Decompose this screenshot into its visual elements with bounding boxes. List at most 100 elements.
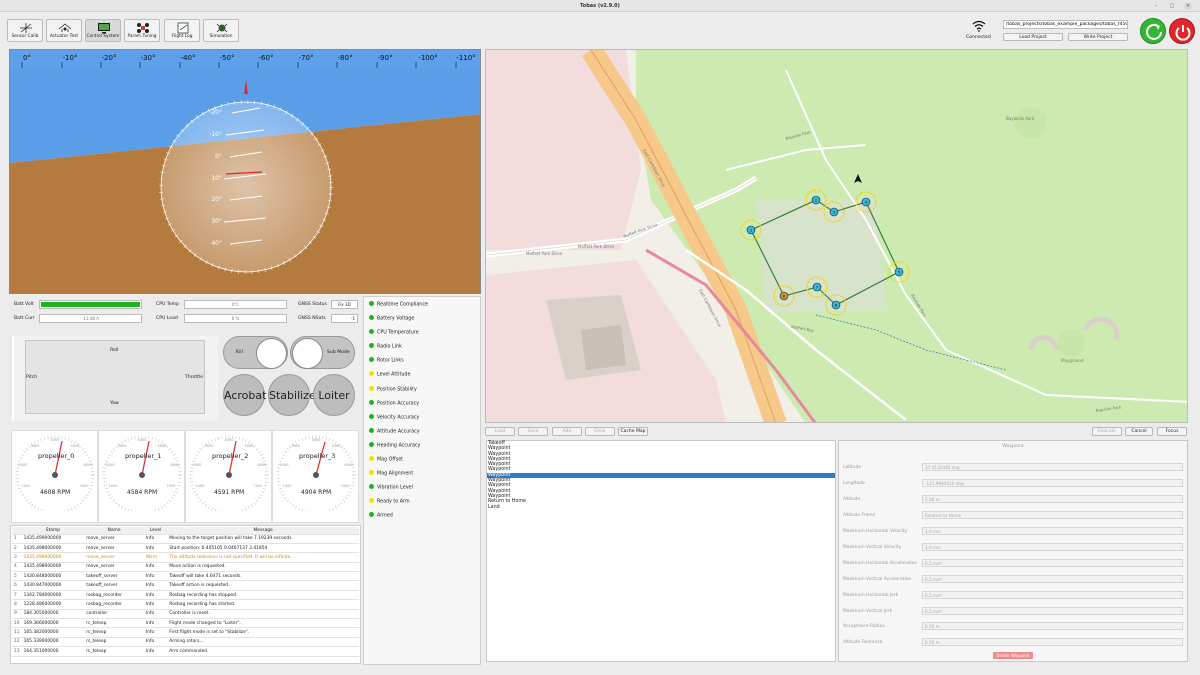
check-label: Ready to Arm	[377, 499, 410, 505]
cpu-load-label: CPU Load	[156, 316, 178, 321]
latitude-field[interactable]: 37.4132440 deg	[922, 463, 1183, 471]
waypoint-list[interactable]: Takeoff Waypoint Waypoint Waypoint Waypo…	[486, 440, 836, 662]
waypoint-list-item[interactable]: Land	[487, 505, 835, 510]
max-h-jerk-field[interactable]: 0.5 m/s³	[922, 591, 1183, 599]
log-index: 9	[12, 609, 22, 620]
param-tuning-button[interactable]: Param Tuning	[124, 19, 160, 42]
sub-mode-toggle[interactable]: Sub Mode	[290, 336, 355, 369]
log-level: Info	[143, 609, 168, 620]
log-row[interactable]: 5 1430.848000000 takeoff_server Info Takeoff…	[12, 571, 359, 582]
attitude-indicator: 0° -10° -20° -30° -40° -50° -60° -70° -8…	[9, 49, 481, 294]
log-row[interactable]: 7 1342.784000000 rosbag_recorder Info Rosbag…	[12, 590, 359, 601]
sub-mode-label: Sub Mode	[327, 350, 350, 355]
propeller-name: propeller_1	[125, 452, 162, 460]
add-waypoint-button[interactable]: Add	[552, 427, 582, 436]
map-canvas[interactable]: Moffett Park Drive Moffett Park Drive Mo…	[486, 50, 1188, 423]
log-row[interactable]: 2 1435.498000000 move_server Info Start posi…	[12, 543, 359, 554]
waypoint-number: 5	[898, 271, 900, 275]
delete-waypoint-button[interactable]: Delete Waypoint	[993, 652, 1033, 659]
log-level: Info	[143, 646, 168, 657]
maximize-button[interactable]: □	[1168, 2, 1176, 10]
loiter-mode-button[interactable]: Loiter	[313, 374, 355, 416]
check-label: Realtime Compliance	[377, 302, 428, 308]
heading-tick-label: -110°	[456, 54, 475, 62]
check-item: Battery Voltage	[369, 315, 414, 323]
altitude-tolerance-field[interactable]: 0.50 m	[922, 638, 1183, 646]
write-project-button[interactable]: Write Project	[1068, 33, 1128, 41]
log-row[interactable]: 3 1435.498000000 move_server Warn The altitu…	[12, 552, 359, 563]
propeller-rpm: 4608 RPM	[40, 489, 71, 496]
log-stamp: 1435.498000000	[21, 552, 85, 563]
control-system-button[interactable]: Control System	[85, 19, 121, 42]
log-index: 13	[12, 646, 22, 657]
gauge-scale-label: 4000	[312, 438, 321, 442]
gauge-scale-label: 6000	[345, 463, 354, 467]
log-message: Start position: 0.405105 0.0467137 3.418…	[167, 543, 359, 554]
actuator-test-button[interactable]: Actuator Test	[46, 19, 82, 42]
max-v-jerk-field[interactable]: 0.5 m/s³	[922, 607, 1183, 615]
map-view[interactable]: Moffett Park Drive Moffett Park Drive Mo…	[485, 49, 1188, 423]
acrobat-mode-button[interactable]: Acrobat	[223, 374, 266, 416]
load-project-button[interactable]: Load Project	[1003, 33, 1063, 41]
log-level: Info	[143, 580, 168, 591]
detail-row: Altitude 5.00 m	[843, 495, 1183, 505]
clear-mission-button[interactable]: Clear	[585, 427, 615, 436]
focus-button[interactable]: Focus	[1157, 427, 1187, 436]
log-row[interactable]: 6 1430.847000000 takeoff_server Info Takeoff…	[12, 580, 359, 591]
log-message: Arming rotors...	[167, 637, 359, 648]
cache-map-button[interactable]: Cache Map	[618, 427, 648, 436]
max-v-accel-field[interactable]: 0.5 m/s²	[922, 575, 1183, 583]
detail-label: Latitude	[843, 465, 862, 470]
log-level: Warn	[143, 552, 168, 563]
longitude-field[interactable]: -121.9940010 deg	[922, 479, 1183, 487]
project-path-field[interactable]	[1003, 20, 1128, 29]
roll-label: Roll	[110, 348, 119, 353]
waypoint-number: 6	[835, 304, 837, 308]
log-stamp: 1435.498000000	[21, 543, 85, 554]
minimize-button[interactable]: –	[1152, 2, 1160, 10]
gauge-scale-label: 6000	[258, 463, 267, 467]
stabilize-mode-button[interactable]: Stabilize	[268, 374, 316, 416]
altitude-field[interactable]: 5.00 m	[922, 495, 1183, 503]
log-row[interactable]: 10 169.366000000 rc_teleop Info Flight mode …	[12, 618, 359, 629]
log-row[interactable]: 13 164.351000000 rc_teleop Info Arm commande…	[12, 646, 359, 657]
log-row[interactable]: 12 165.339000000 rc_teleop Info Arming rotor…	[12, 637, 359, 648]
pitch-label: 30°	[211, 218, 222, 225]
control-system-icon	[98, 23, 110, 34]
max-h-velocity-field[interactable]: 1.0 m/s	[922, 527, 1183, 535]
detail-row: Altitude Frame Relative to Home	[843, 511, 1183, 521]
log-row[interactable]: 4 1435.498000000 move_server Info Move actio…	[12, 562, 359, 573]
acceptance-radius-field[interactable]: 0.50 m	[922, 622, 1183, 630]
close-window-button[interactable]: ×	[1184, 2, 1192, 10]
max-v-velocity-field[interactable]: 1.0 m/s	[922, 543, 1183, 551]
save-mission-button[interactable]: Save	[518, 427, 548, 436]
cpu-temp-field: 0°C	[184, 300, 287, 309]
simulation-button[interactable]: Simulation	[203, 19, 239, 42]
pitch-label: 0°	[215, 153, 222, 160]
flight-log-button[interactable]: Flight Log	[164, 19, 200, 42]
gauge-scale-label: 1000	[283, 484, 292, 488]
log-message: Arm commanded.	[167, 646, 359, 657]
detail-label: Altitude	[843, 497, 861, 502]
execute-button[interactable]: Execute	[1092, 427, 1122, 436]
check-status-dot	[369, 498, 374, 503]
sensor-calib-button[interactable]: Sensor Calib	[7, 19, 43, 42]
kill-toggle[interactable]: Kill	[223, 336, 288, 369]
max-h-accel-field[interactable]: 0.5 m/s²	[922, 559, 1183, 567]
cancel-button[interactable]: Cancel	[1125, 427, 1153, 436]
check-item: Attitude Accuracy	[369, 428, 420, 436]
start-button[interactable]	[1140, 18, 1166, 44]
detail-row: Maximum Vertical Acceleration 0.5 m/s²	[843, 575, 1183, 585]
log-name: rc_teleop	[84, 637, 144, 648]
check-label: Radio Link	[377, 344, 402, 350]
log-row[interactable]: 1 1435.499000000 move_server Info Moving to …	[12, 534, 359, 544]
waypoint-number: 3	[833, 211, 835, 215]
log-row[interactable]: 11 165.382000000 rc_teleop Info First flight…	[12, 627, 359, 638]
log-row[interactable]: 9 184.305000000 controller Info Controller i…	[12, 609, 359, 620]
power-button[interactable]	[1169, 18, 1195, 44]
altitude-frame-select[interactable]: Relative to Home	[922, 511, 1183, 519]
pitch-label: 10°	[211, 175, 222, 182]
log-row[interactable]: 8 1228.486000000 rosbag_recorder Info Rosbag…	[12, 599, 359, 610]
log-level: Info	[143, 599, 168, 610]
load-mission-button[interactable]: Load	[485, 427, 515, 436]
